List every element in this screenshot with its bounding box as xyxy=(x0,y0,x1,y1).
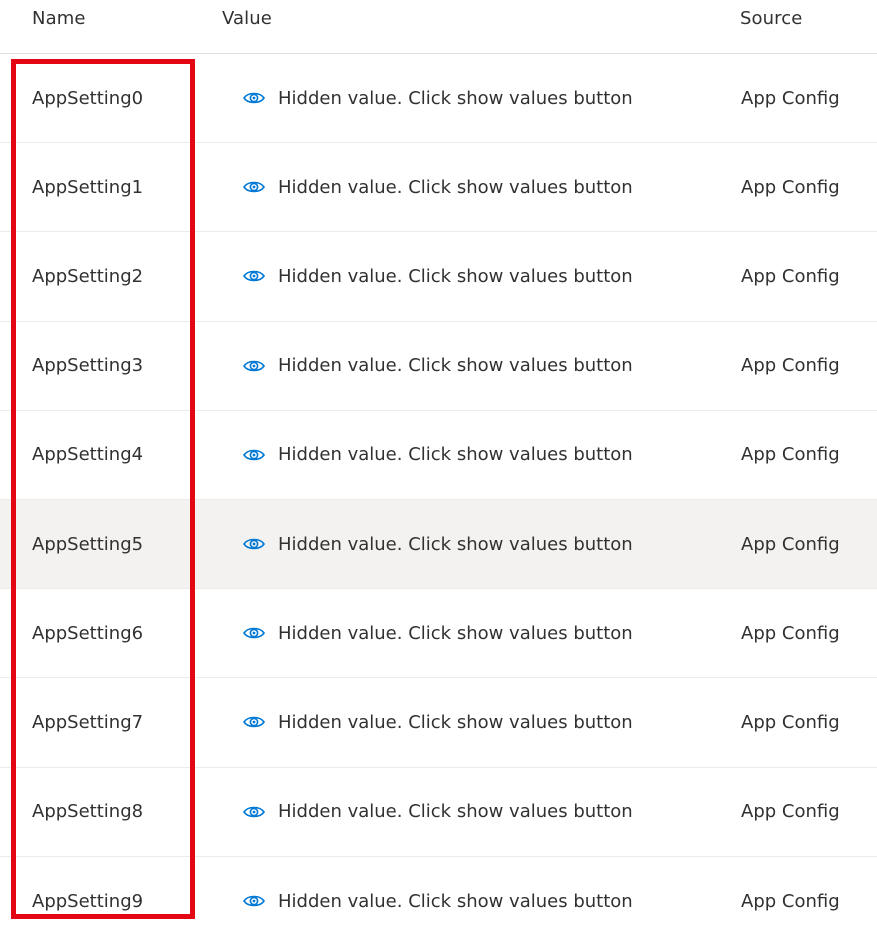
eye-icon[interactable] xyxy=(238,712,270,732)
setting-value: Hidden value. Click show values button xyxy=(238,500,633,588)
setting-source: App Config xyxy=(741,355,840,377)
eye-icon[interactable] xyxy=(238,177,270,197)
setting-source: App Config xyxy=(741,265,840,287)
table-row[interactable]: AppSetting1 Hidden value. Click show val… xyxy=(0,143,877,233)
setting-value: Hidden value. Click show values button xyxy=(238,857,633,946)
hidden-value-text: Hidden value. Click show values button xyxy=(278,711,633,733)
hidden-value-text: Hidden value. Click show values button xyxy=(278,890,633,912)
setting-value: Hidden value. Click show values button xyxy=(238,322,633,410)
setting-name: AppSetting1 xyxy=(32,176,144,198)
eye-icon[interactable] xyxy=(238,356,270,376)
table-row[interactable]: AppSetting8 Hidden value. Click show val… xyxy=(0,768,877,857)
setting-value: Hidden value. Click show values button xyxy=(238,678,633,766)
hidden-value-text: Hidden value. Click show values button xyxy=(278,622,633,644)
hidden-value-text: Hidden value. Click show values button xyxy=(278,265,633,287)
setting-source: App Config xyxy=(741,622,840,644)
eye-icon[interactable] xyxy=(238,534,270,554)
setting-value: Hidden value. Click show values button xyxy=(238,232,633,320)
column-header-source[interactable]: Source xyxy=(740,8,802,29)
hidden-value-text: Hidden value. Click show values button xyxy=(278,355,633,377)
table-row[interactable]: AppSetting4 Hidden value. Click show val… xyxy=(0,411,877,500)
setting-name: AppSetting5 xyxy=(32,533,144,555)
setting-name: AppSetting6 xyxy=(32,622,144,644)
setting-name: AppSetting3 xyxy=(32,355,144,377)
setting-source: App Config xyxy=(741,87,840,109)
hidden-value-text: Hidden value. Click show values button xyxy=(278,801,633,823)
setting-source: App Config xyxy=(741,176,840,198)
table-row[interactable]: AppSetting2 Hidden value. Click show val… xyxy=(0,232,877,322)
setting-value: Hidden value. Click show values button xyxy=(238,411,633,499)
table-row[interactable]: AppSetting7 Hidden value. Click show val… xyxy=(0,678,877,768)
eye-icon[interactable] xyxy=(238,891,270,911)
setting-name: AppSetting9 xyxy=(32,890,144,912)
setting-name: AppSetting4 xyxy=(32,444,144,466)
setting-source: App Config xyxy=(741,444,840,466)
setting-value: Hidden value. Click show values button xyxy=(238,54,633,142)
table-row[interactable]: AppSetting0 Hidden value. Click show val… xyxy=(0,54,877,144)
hidden-value-text: Hidden value. Click show values button xyxy=(278,533,633,555)
setting-source: App Config xyxy=(741,890,840,912)
setting-name: AppSetting0 xyxy=(32,87,144,109)
eye-icon[interactable] xyxy=(238,802,270,822)
setting-value: Hidden value. Click show values button xyxy=(238,768,633,856)
setting-name: AppSetting8 xyxy=(32,801,144,823)
setting-name: AppSetting2 xyxy=(32,265,144,287)
setting-value: Hidden value. Click show values button xyxy=(238,143,633,231)
table-row-hovered[interactable]: AppSetting5 Hidden value. Click show val… xyxy=(0,499,877,590)
eye-icon[interactable] xyxy=(238,623,270,643)
hidden-value-text: Hidden value. Click show values button xyxy=(278,176,633,198)
setting-source: App Config xyxy=(741,801,840,823)
setting-name: AppSetting7 xyxy=(32,711,144,733)
setting-source: App Config xyxy=(741,711,840,733)
column-header-value[interactable]: Value xyxy=(222,8,272,29)
grid-header: Name Value Source xyxy=(0,0,877,54)
table-row[interactable]: AppSetting3 Hidden value. Click show val… xyxy=(0,322,877,411)
hidden-value-text: Hidden value. Click show values button xyxy=(278,444,633,466)
table-row[interactable]: AppSetting9 Hidden value. Click show val… xyxy=(0,857,877,946)
setting-source: App Config xyxy=(741,533,840,555)
setting-value: Hidden value. Click show values button xyxy=(238,589,633,677)
table-row[interactable]: AppSetting6 Hidden value. Click show val… xyxy=(0,589,877,679)
eye-icon[interactable] xyxy=(238,266,270,286)
hidden-value-text: Hidden value. Click show values button xyxy=(278,87,633,109)
column-header-name[interactable]: Name xyxy=(32,8,86,29)
app-settings-grid: Name Value Source AppSetting0 Hidden val… xyxy=(0,0,877,946)
eye-icon[interactable] xyxy=(238,88,270,108)
eye-icon[interactable] xyxy=(238,445,270,465)
